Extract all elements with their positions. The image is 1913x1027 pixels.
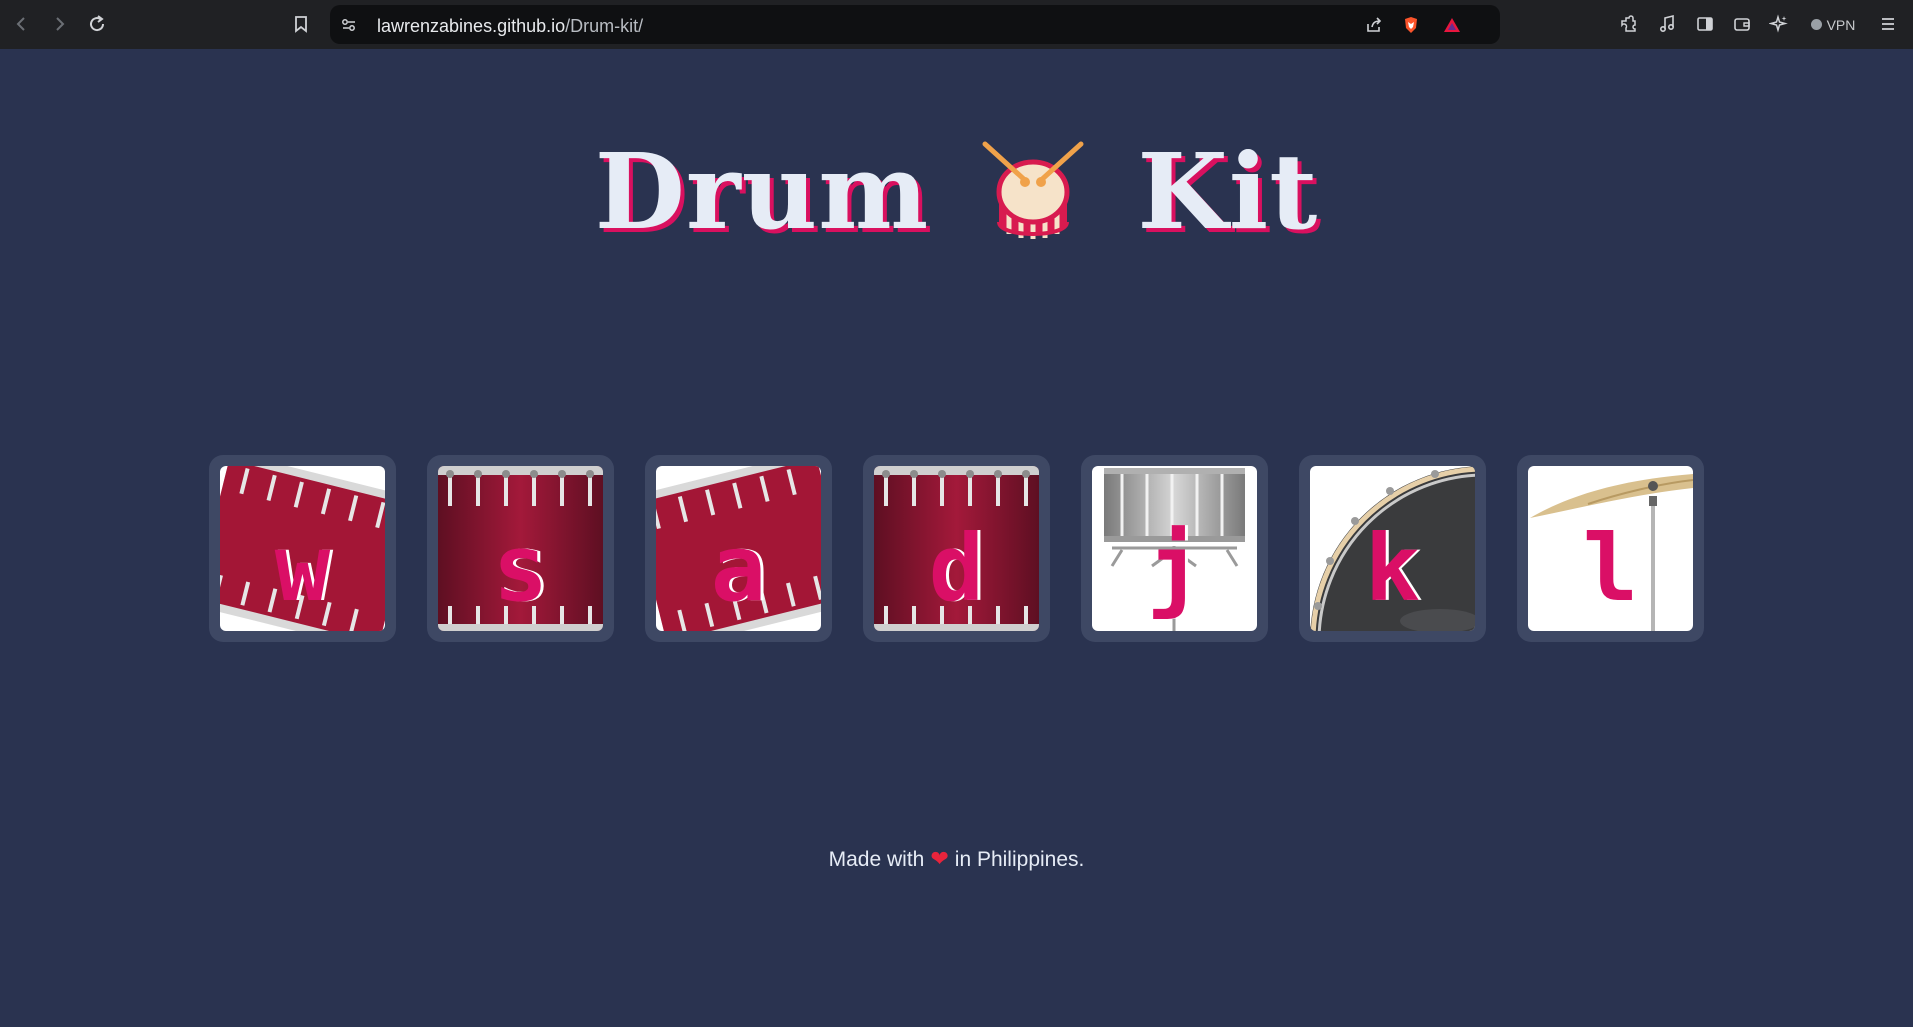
vpn-label: VPN — [1826, 16, 1856, 33]
browser-toolbar: lawrenzabines.github.io/Drum-kit/ VPN — [0, 0, 1913, 49]
sidebar-icon[interactable] — [1687, 6, 1723, 42]
pad-key-letter: a — [710, 515, 767, 622]
drum-pad-a[interactable]: a — [645, 455, 832, 642]
pad-face: l — [1528, 466, 1693, 631]
forward-icon[interactable] — [41, 6, 77, 42]
drum-pad-l[interactable]: l — [1517, 455, 1704, 642]
pad-key-letter: d — [928, 515, 985, 622]
drum-pad-k[interactable]: k — [1299, 455, 1486, 642]
title-word-drum: Drum — [594, 130, 930, 253]
heart-icon: ❤ — [930, 846, 949, 871]
menu-icon[interactable] — [1870, 6, 1906, 42]
url-host: lawrenzabines.github.io — [377, 16, 566, 36]
pad-face: s — [438, 466, 603, 631]
pad-key-letter: s — [492, 515, 549, 622]
wallet-icon[interactable] — [1724, 6, 1760, 42]
share-icon[interactable] — [1356, 7, 1392, 43]
pad-key-letter: w — [274, 515, 331, 622]
brave-shield-icon[interactable] — [1393, 7, 1429, 43]
pad-key-letter: j — [1146, 515, 1203, 622]
bookmark-icon[interactable] — [283, 6, 319, 42]
leo-ai-icon[interactable] — [1761, 6, 1797, 42]
media-icon[interactable] — [1649, 6, 1685, 42]
pad-face: w — [220, 466, 385, 631]
url-text: lawrenzabines.github.io/Drum-kit/ — [377, 16, 643, 37]
page-title: Drum Kit — [0, 130, 1913, 253]
vpn-button[interactable]: VPN — [1800, 9, 1866, 40]
url-path: /Drum-kit/ — [565, 16, 644, 36]
footer-text-before: Made with — [828, 848, 925, 871]
drum-icon — [982, 141, 1084, 239]
back-icon[interactable] — [4, 6, 40, 42]
page-footer: Made with ❤ in Philippines. — [0, 846, 1913, 872]
pad-face: a — [656, 466, 821, 631]
pad-key-letter: l — [1582, 515, 1639, 622]
address-bar[interactable]: lawrenzabines.github.io/Drum-kit/ — [330, 5, 1500, 44]
brave-rewards-icon[interactable] — [1434, 7, 1470, 43]
site-settings-icon[interactable] — [331, 7, 367, 43]
vpn-status-dot — [1810, 19, 1822, 30]
pad-face: d — [874, 466, 1039, 631]
pad-key-letter: k — [1364, 515, 1421, 622]
footer-text-after: in Philippines. — [954, 848, 1085, 871]
extensions-icon[interactable] — [1611, 6, 1647, 42]
pad-face: j — [1092, 466, 1257, 631]
reload-icon[interactable] — [79, 6, 115, 42]
drum-pad-d[interactable]: d — [863, 455, 1050, 642]
pad-face: k — [1310, 466, 1475, 631]
drum-pad-j[interactable]: j — [1081, 455, 1268, 642]
drum-pad-s[interactable]: s — [427, 455, 614, 642]
drum-pads: w s a d j k l — [209, 455, 1704, 642]
drum-pad-w[interactable]: w — [209, 455, 396, 642]
title-word-kit: Kit — [1137, 130, 1319, 253]
